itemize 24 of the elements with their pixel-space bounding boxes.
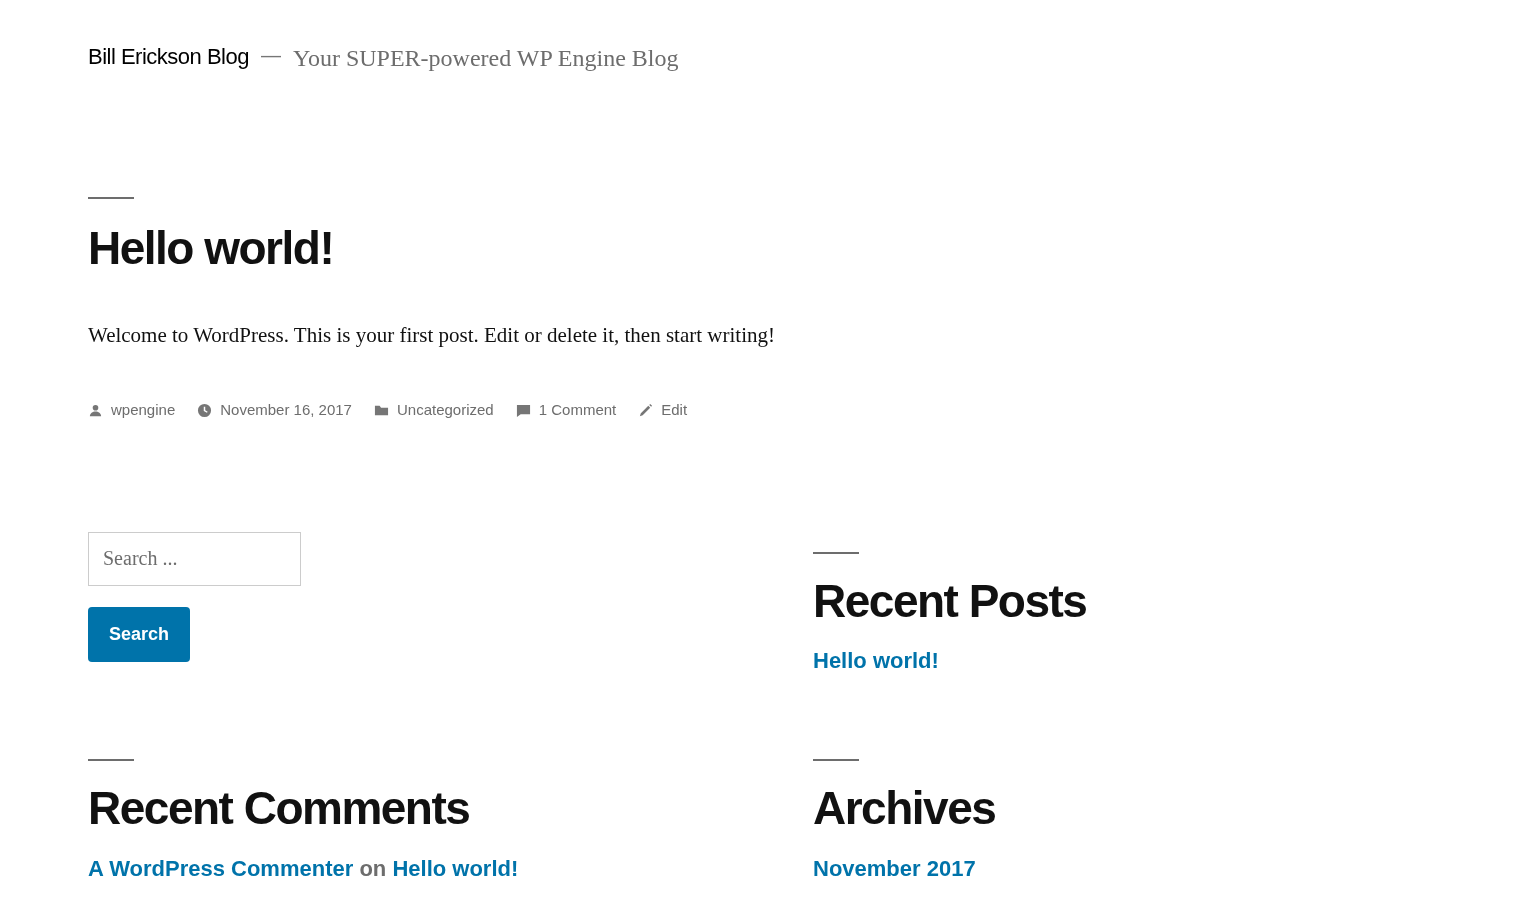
meta-link[interactable]: Edit <box>661 399 688 422</box>
post-link[interactable]: Hello world! <box>392 855 519 881</box>
site-tagline: Your SUPER-powered WP Engine Blog <box>292 44 679 73</box>
post-link[interactable]: Hello world! <box>813 648 939 674</box>
widget-title: Recent Comments <box>88 783 471 834</box>
pencil-icon <box>638 402 654 418</box>
post-body: Welcome to WordPress. This is your first post. Edit or delete it, then start writing! <box>88 321 776 349</box>
post-title: Hello world! <box>88 223 335 274</box>
person-icon <box>88 402 103 418</box>
archive-link[interactable]: November 2017 <box>813 855 976 881</box>
meta-link[interactable]: 1 Comment <box>538 399 617 422</box>
meta-link[interactable]: November 16, 2017 <box>220 399 352 422</box>
meta-link[interactable]: Uncategorized <box>396 399 494 422</box>
meta-link[interactable]: wpengine <box>111 399 176 422</box>
widget-title: Recent Posts <box>813 575 1088 627</box>
site-title[interactable]: Bill Erickson Blog <box>88 40 249 73</box>
separator-dash: — <box>260 43 281 68</box>
comment-entry: A WordPress Commenter on Hello world! <box>88 854 520 883</box>
widget-title: Archives <box>813 783 997 834</box>
clock-icon <box>197 402 213 418</box>
search-field[interactable]: Search ... <box>88 531 301 586</box>
search-button[interactable]: Search <box>88 606 191 662</box>
comment-icon <box>515 402 531 418</box>
commenter-link[interactable]: A WordPress Commenter <box>88 855 354 881</box>
